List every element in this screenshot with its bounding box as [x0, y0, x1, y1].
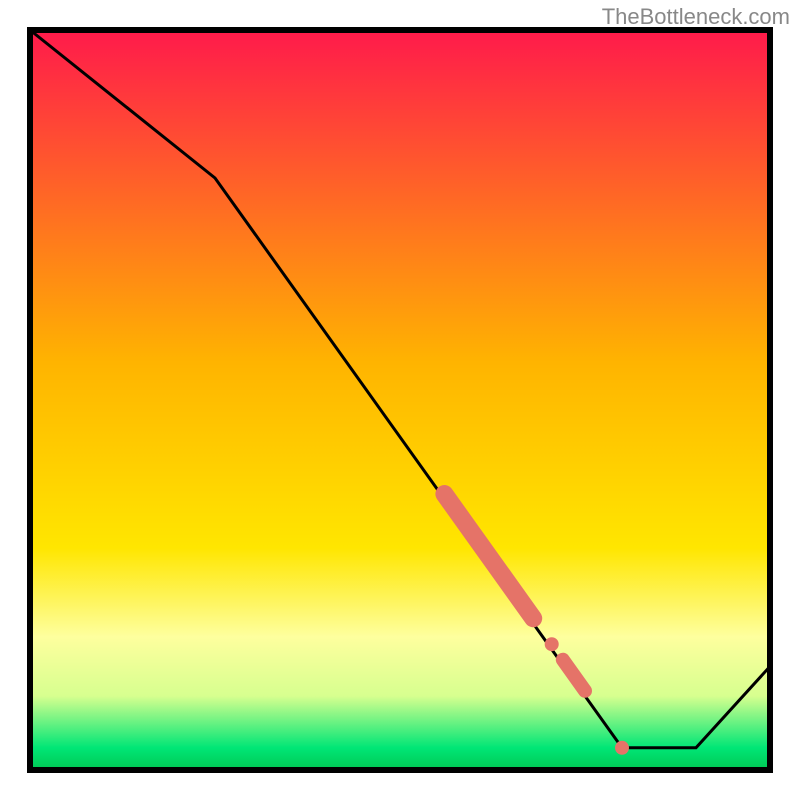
dot-a [545, 637, 559, 651]
bottleneck-chart [0, 0, 800, 800]
plot-area [30, 30, 770, 770]
dot-b [615, 741, 629, 755]
chart-container: TheBottleneck.com [0, 0, 800, 800]
attribution-label: TheBottleneck.com [602, 4, 790, 30]
plot-background [30, 30, 770, 770]
